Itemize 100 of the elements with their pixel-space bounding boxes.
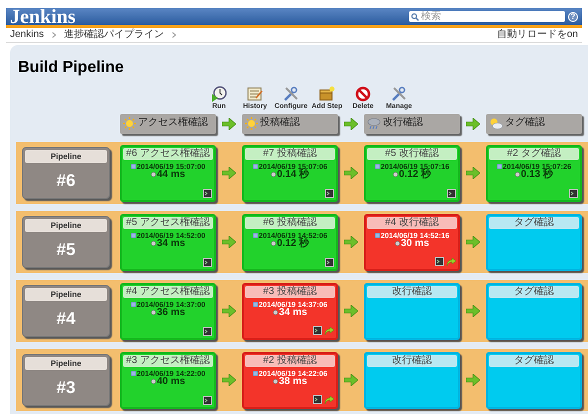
clock-icon <box>150 379 156 384</box>
notepad-icon <box>247 86 263 102</box>
breadcrumb-link[interactable]: Jenkins <box>10 30 44 40</box>
build-card[interactable]: タグ確認 <box>486 214 582 270</box>
calendar-icon <box>130 370 136 376</box>
build-title: タグ確認 <box>489 216 579 228</box>
next-arrow-icon <box>466 305 480 317</box>
calendar-icon <box>130 164 136 169</box>
pipeline-number: #6 <box>56 170 76 192</box>
next-arrow-icon <box>466 167 480 179</box>
build-card[interactable]: 改行確認 <box>364 352 460 408</box>
search-field[interactable]: 検索 <box>409 11 565 22</box>
calendar-icon <box>374 164 380 169</box>
tools-icon <box>283 86 299 102</box>
clock-icon <box>394 241 400 246</box>
chevron-icon <box>172 32 176 38</box>
chevron-icon <box>52 32 56 38</box>
build-title: #3 アクセス権確認 <box>123 354 213 366</box>
pipeline-label: Pipeline <box>25 357 107 370</box>
build-title: #4 アクセス権確認 <box>123 286 213 298</box>
build-duration: 44 ms <box>156 170 186 180</box>
clock-icon <box>272 310 278 316</box>
console-icon[interactable] <box>325 258 334 266</box>
console-icon[interactable] <box>435 257 444 266</box>
next-arrow-icon <box>466 374 480 386</box>
console-icon[interactable] <box>313 395 322 404</box>
pipeline-number: #5 <box>56 238 76 261</box>
next-arrow-icon <box>344 305 358 317</box>
build-title: #4 改行確認 <box>367 216 457 228</box>
build-title: #6 アクセス権確認 <box>123 148 213 160</box>
build-duration: 0.13 秒 <box>520 170 554 180</box>
build-duration: 40 ms <box>156 376 186 387</box>
build-card[interactable]: 改行確認 <box>364 282 460 340</box>
next-arrow-icon <box>344 167 358 179</box>
console-icon[interactable] <box>203 326 212 336</box>
build-card[interactable]: タグ確認 <box>486 282 582 340</box>
clock-icon <box>270 172 276 178</box>
build-title: タグ確認 <box>489 354 579 366</box>
build-title: #6 投稿確認 <box>245 216 335 228</box>
box-icon <box>319 86 335 102</box>
pipeline-number: #3 <box>56 376 76 399</box>
build-title: #3 投稿確認 <box>245 286 335 298</box>
next-arrow-icon <box>344 118 358 130</box>
console-icon[interactable] <box>447 188 456 198</box>
clock-icon <box>392 172 398 178</box>
build-card[interactable]: タグ確認 <box>486 352 582 408</box>
clock-icon <box>150 172 156 178</box>
console-icon[interactable] <box>203 396 212 404</box>
next-arrow-icon <box>222 374 236 386</box>
build-title: #5 改行確認 <box>367 148 457 160</box>
build-duration: 0.12 秒 <box>276 238 310 249</box>
calendar-icon <box>252 370 258 376</box>
next-arrow-icon <box>344 236 358 248</box>
clock-icon <box>270 241 276 246</box>
jenkins-logo[interactable]: Jenkins <box>10 6 76 26</box>
next-arrow-icon <box>222 305 236 317</box>
build-title: タグ確認 <box>489 286 579 298</box>
clock-icon <box>150 241 156 246</box>
build-duration: 0.14 秒 <box>276 170 310 180</box>
build-duration: 0.12 秒 <box>398 170 432 180</box>
next-arrow-icon <box>222 167 236 179</box>
stage-name: アクセス権確認 <box>138 117 208 128</box>
stage-name: 改行確認 <box>383 117 423 128</box>
build-title: #5 アクセス権確認 <box>123 216 213 228</box>
build-title: #7 投稿確認 <box>245 148 335 160</box>
build-title: 改行確認 <box>367 286 457 298</box>
sun-icon <box>245 117 258 130</box>
search-icon <box>411 12 419 20</box>
next-arrow-icon <box>222 118 236 130</box>
next-arrow-icon <box>222 236 236 248</box>
clock-icon <box>211 86 227 102</box>
calendar-icon <box>252 232 258 238</box>
build-duration: 34 ms <box>278 308 308 318</box>
calendar-icon <box>130 232 136 238</box>
auto-reload-link[interactable]: 自動リロードをon <box>496 30 578 40</box>
stage-name: 投稿確認 <box>260 117 300 128</box>
sun-cloud-icon <box>489 117 503 130</box>
pipeline-label: Pipeline <box>25 288 107 301</box>
next-arrow-icon <box>344 374 358 386</box>
console-icon[interactable] <box>313 326 322 335</box>
build-duration: 38 ms <box>278 376 308 387</box>
pipeline-number: #4 <box>56 308 76 330</box>
calendar-icon <box>130 302 136 307</box>
console-icon[interactable] <box>203 258 212 266</box>
next-arrow-icon <box>466 118 480 130</box>
build-duration: 36 ms <box>156 308 186 318</box>
build-title: #2 投稿確認 <box>245 354 335 366</box>
build-duration: 34 ms <box>156 238 186 249</box>
clock-icon <box>272 379 278 384</box>
calendar-icon <box>496 164 502 169</box>
stage-name: タグ確認 <box>505 117 545 128</box>
page-title: Build Pipeline <box>18 60 125 76</box>
calendar-icon <box>374 232 380 238</box>
console-icon[interactable] <box>203 188 212 198</box>
build-title: #2 タグ確認 <box>489 148 579 160</box>
console-icon[interactable] <box>569 188 578 198</box>
next-arrow-icon <box>466 236 480 248</box>
clock-icon <box>514 172 520 178</box>
breadcrumb-link[interactable]: 進捗確認パイプライン <box>64 30 164 40</box>
console-icon[interactable] <box>325 188 334 198</box>
